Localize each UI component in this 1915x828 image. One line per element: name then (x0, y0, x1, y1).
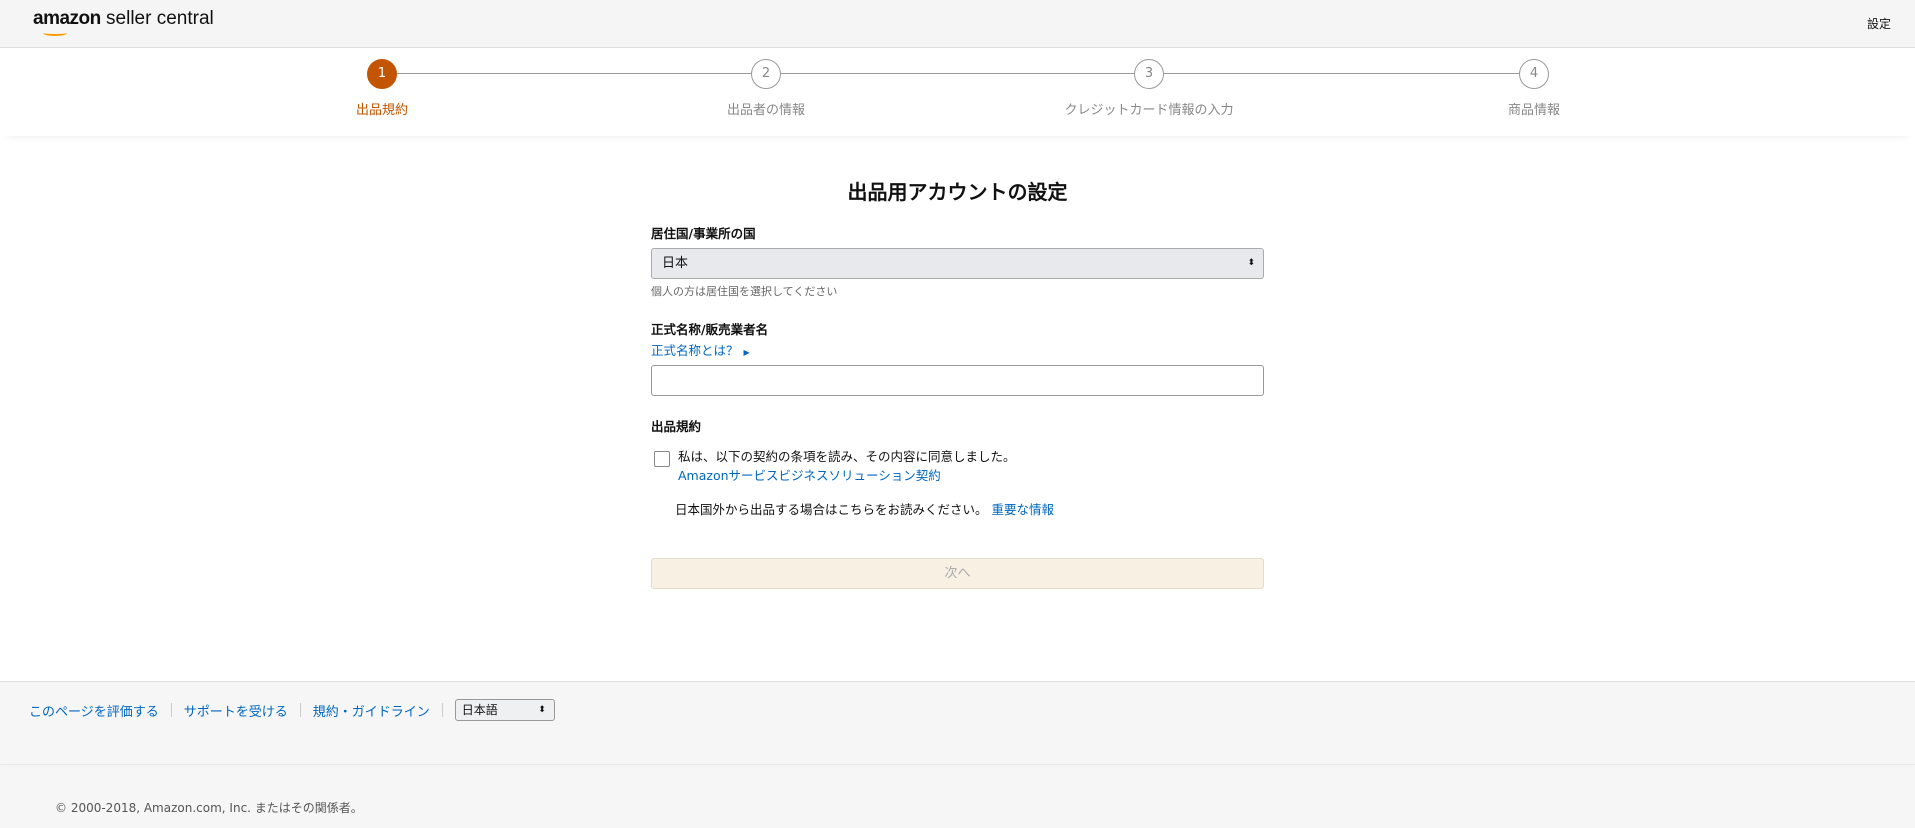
copyright: © 2000-2018, Amazon.com, Inc. またはその関係者。 (55, 801, 363, 815)
overseas-text: 日本国外から出品する場合はこちらをお読みください。 (675, 502, 988, 517)
country-hint: 個人の方は居住国を選択してください (651, 285, 838, 298)
step-label: 出品規約 (355, 103, 408, 118)
agree-checkbox[interactable] (654, 451, 670, 467)
important-info-link[interactable]: 重要な情報 (992, 502, 1055, 517)
country-label: 居住国/事業所の国 (651, 226, 756, 241)
footer: このページを評価する サポートを受ける 規約・ガイドライン 日本語 ⬍ © 200… (0, 681, 1915, 828)
language-select[interactable]: 日本語 ⬍ (454, 699, 555, 721)
smile-icon (43, 30, 67, 36)
step-2: 2 出品者の情報 (666, 59, 866, 118)
agree-text: 私は、以下の契約の条項を読み、その内容に同意しました。 (678, 449, 1016, 464)
top-header: amazon seller central 設定 (0, 0, 1915, 48)
name-label: 正式名称/販売業者名 (651, 322, 769, 337)
settings-link[interactable]: 設定 (1867, 15, 1891, 32)
legal-name-input[interactable] (651, 365, 1264, 396)
step-label: クレジットカード情報の入力 (1064, 103, 1234, 118)
logo-bold: amazon (33, 8, 101, 29)
step-number: 1 (367, 59, 397, 89)
account-setup-form: 出品用アカウントの設定 居住国/事業所の国 日本 ⬍ 個人の方は居住国を選択してく… (651, 176, 1264, 589)
step-3: 3 クレジットカード情報の入力 (1049, 59, 1249, 118)
step-number: 3 (1134, 59, 1164, 89)
contract-link[interactable]: Amazonサービスビジネスソリューション契約 (678, 466, 1016, 485)
divider (170, 703, 172, 717)
select-arrows-icon: ⬍ (1247, 258, 1255, 268)
step-1: 1 出品規約 (282, 59, 482, 118)
step-number: 4 (1519, 59, 1549, 89)
divider (441, 703, 443, 717)
country-select[interactable]: 日本 ⬍ (651, 248, 1264, 279)
select-arrows-icon: ⬍ (538, 705, 546, 715)
next-button[interactable]: 次へ (651, 558, 1264, 589)
amazon-seller-central-logo[interactable]: amazon seller central (33, 8, 214, 36)
step-label: 商品情報 (1507, 103, 1560, 118)
progress-stepper: 1 出品規約 2 出品者の情報 3 クレジットカード情報の入力 4 商品情報 (0, 48, 1915, 136)
logo-rest: seller central (100, 8, 214, 29)
rate-page-link[interactable]: このページを評価する (29, 701, 159, 720)
divider (299, 703, 301, 717)
step-label: 出品者の情報 (726, 103, 805, 118)
step-number: 2 (751, 59, 781, 89)
terms-label: 出品規約 (651, 419, 702, 434)
stepper-line (382, 73, 1534, 74)
caret-right-icon: ▶ (743, 348, 750, 357)
get-support-link[interactable]: サポートを受ける (184, 701, 288, 720)
country-value: 日本 (662, 256, 689, 271)
language-value: 日本語 (461, 703, 498, 717)
policies-link[interactable]: 規約・ガイドライン (313, 701, 430, 720)
name-help-link[interactable]: 正式名称とは？ (651, 343, 739, 358)
page-title: 出品用アカウントの設定 (847, 180, 1068, 204)
step-4: 4 商品情報 (1434, 59, 1634, 118)
footer-divider (0, 764, 1915, 765)
